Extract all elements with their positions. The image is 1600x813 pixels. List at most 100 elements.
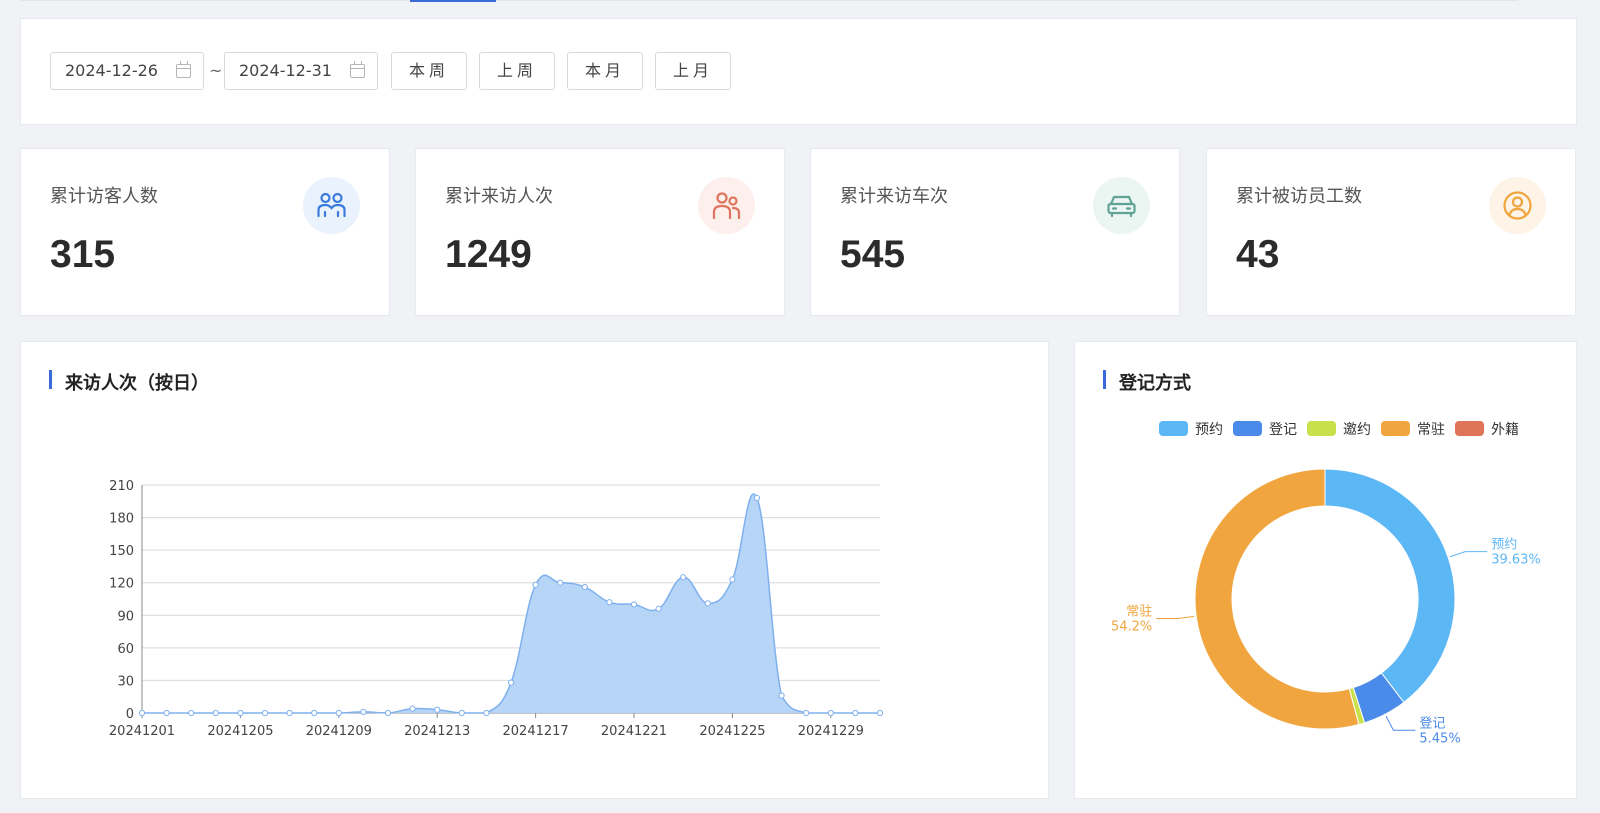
x-tick-label: 20241221: [601, 724, 667, 739]
legend-swatch: [1159, 421, 1188, 436]
data-point: [803, 709, 810, 717]
data-point: [237, 709, 244, 717]
data-point: [729, 576, 736, 583]
legend-label: 邀约: [1343, 422, 1371, 438]
legend-swatch: [1455, 421, 1484, 436]
this-month-button[interactable]: 本月: [567, 52, 643, 90]
stat-value: 545: [840, 233, 906, 276]
legend-item: 常驻: [1381, 421, 1445, 438]
visitors-icon: [303, 177, 360, 234]
last-month-button[interactable]: 上月: [655, 52, 731, 90]
end-date-value: 2024-12-31: [239, 61, 332, 80]
stat-value: 315: [50, 233, 116, 276]
legend-label: 预约: [1195, 422, 1223, 438]
stat-label: 累计访客人数: [50, 186, 158, 207]
data-point: [704, 600, 711, 607]
data-point: [163, 709, 170, 717]
legend-item: 登记: [1233, 421, 1297, 438]
start-date-picker[interactable]: 2024-12-26: [50, 52, 204, 90]
legend-item: 邀约: [1307, 421, 1371, 438]
data-point: [138, 709, 146, 717]
data-point: [852, 709, 859, 717]
y-tick-label: 0: [126, 707, 134, 722]
data-point: [458, 709, 465, 717]
label-leader-line: [1156, 615, 1195, 619]
x-tick-label: 20241213: [404, 724, 470, 739]
stat-card-total-vehicles: 累计来访车次 545: [810, 148, 1180, 316]
data-point: [360, 708, 367, 716]
legend-label: 外籍: [1491, 421, 1519, 438]
donut-slice: [1324, 468, 1456, 704]
end-date-picker[interactable]: 2024-12-31: [224, 52, 378, 90]
data-point: [581, 583, 588, 591]
data-point: [335, 709, 342, 717]
x-tick-label: 20241209: [306, 724, 372, 739]
legend-label: 登记: [1269, 422, 1297, 438]
y-tick-label: 90: [117, 609, 134, 624]
data-point: [261, 709, 269, 717]
date-filter-bar: 2024-12-26 ~ 2024-12-31 本周 上周 本月 上月: [20, 18, 1577, 125]
daily-visits-chart-panel: 来访人次（按日） 0 30 60 90 120 150 180 210 20241201 2024…: [20, 341, 1049, 799]
x-tick-label: 20241225: [699, 724, 765, 739]
tab-strip: [20, 0, 1518, 1]
data-point: [409, 705, 416, 712]
data-point: [188, 709, 195, 717]
data-point: [286, 709, 293, 717]
donut-slice: [1194, 468, 1360, 730]
y-tick-label: 30: [117, 674, 134, 689]
slice-label-name: 预约: [1491, 538, 1517, 553]
stat-label: 累计被访员工数: [1236, 186, 1362, 207]
data-point: [557, 579, 564, 586]
person-circle-icon: [1489, 177, 1546, 234]
legend-item: 外籍: [1455, 421, 1519, 438]
stat-value: 1249: [445, 233, 532, 276]
data-point: [507, 679, 515, 686]
stat-card-total-visitors: 累计访客人数 315: [20, 148, 390, 316]
last-week-button[interactable]: 上周: [479, 52, 555, 90]
y-tick-label: 60: [117, 642, 134, 657]
y-tick-label: 210: [109, 479, 134, 494]
x-tick-label: 20241201: [109, 724, 175, 739]
label-leader-line: [1385, 715, 1416, 731]
data-point: [384, 709, 392, 717]
data-point: [827, 709, 834, 717]
stat-value: 43: [1236, 233, 1280, 276]
data-point: [212, 709, 219, 717]
slice-label-percent: 54.2%: [1111, 619, 1152, 634]
start-date-value: 2024-12-26: [65, 61, 158, 80]
y-tick-label: 180: [109, 512, 134, 527]
data-point: [753, 494, 761, 502]
registration-method-donut-chart: 预约 登记 邀约 常驻 外籍预约39.63%登记5.45%常驻54.2%: [1111, 421, 1541, 746]
active-tab-indicator: [410, 0, 496, 2]
this-week-button[interactable]: 本周: [391, 52, 467, 90]
data-point: [532, 581, 539, 588]
data-point: [876, 709, 884, 717]
users-icon: [698, 177, 755, 234]
daily-visits-area-chart: 0 30 60 90 120 150 180 210 20241201 20241205 20241…: [109, 479, 884, 739]
x-tick-label: 20241217: [503, 724, 569, 739]
calendar-icon: [350, 61, 365, 78]
x-tick-label: 20241229: [798, 724, 864, 739]
legend-label: 常驻: [1417, 422, 1445, 438]
data-point: [680, 574, 687, 581]
data-point: [630, 601, 638, 608]
registration-method-chart-panel: 登记方式 预约 登记 邀约 常驻 外籍 预约 39.63% 登记 5.45% 常驻 54.2%: [1074, 341, 1577, 799]
y-tick-label: 150: [109, 544, 134, 559]
x-tick-label: 20241205: [207, 724, 273, 739]
legend-swatch: [1381, 421, 1410, 436]
date-range-separator: ~: [209, 61, 223, 80]
stat-label: 累计来访人次: [445, 186, 553, 207]
legend-swatch: [1307, 421, 1336, 436]
data-point: [434, 706, 441, 713]
label-leader-line: [1449, 551, 1488, 558]
data-point: [655, 605, 662, 612]
stat-card-total-visits: 累计来访人次 1249: [415, 148, 785, 316]
calendar-icon: [176, 61, 191, 78]
stat-label: 累计来访车次: [840, 186, 948, 207]
data-point: [778, 692, 785, 699]
legend-swatch: [1233, 421, 1262, 436]
y-tick-label: 120: [109, 577, 134, 592]
stat-card-total-employees-visited: 累计被访员工数 43: [1206, 148, 1576, 316]
data-point: [606, 599, 613, 606]
slice-label-percent: 39.63%: [1491, 553, 1541, 568]
